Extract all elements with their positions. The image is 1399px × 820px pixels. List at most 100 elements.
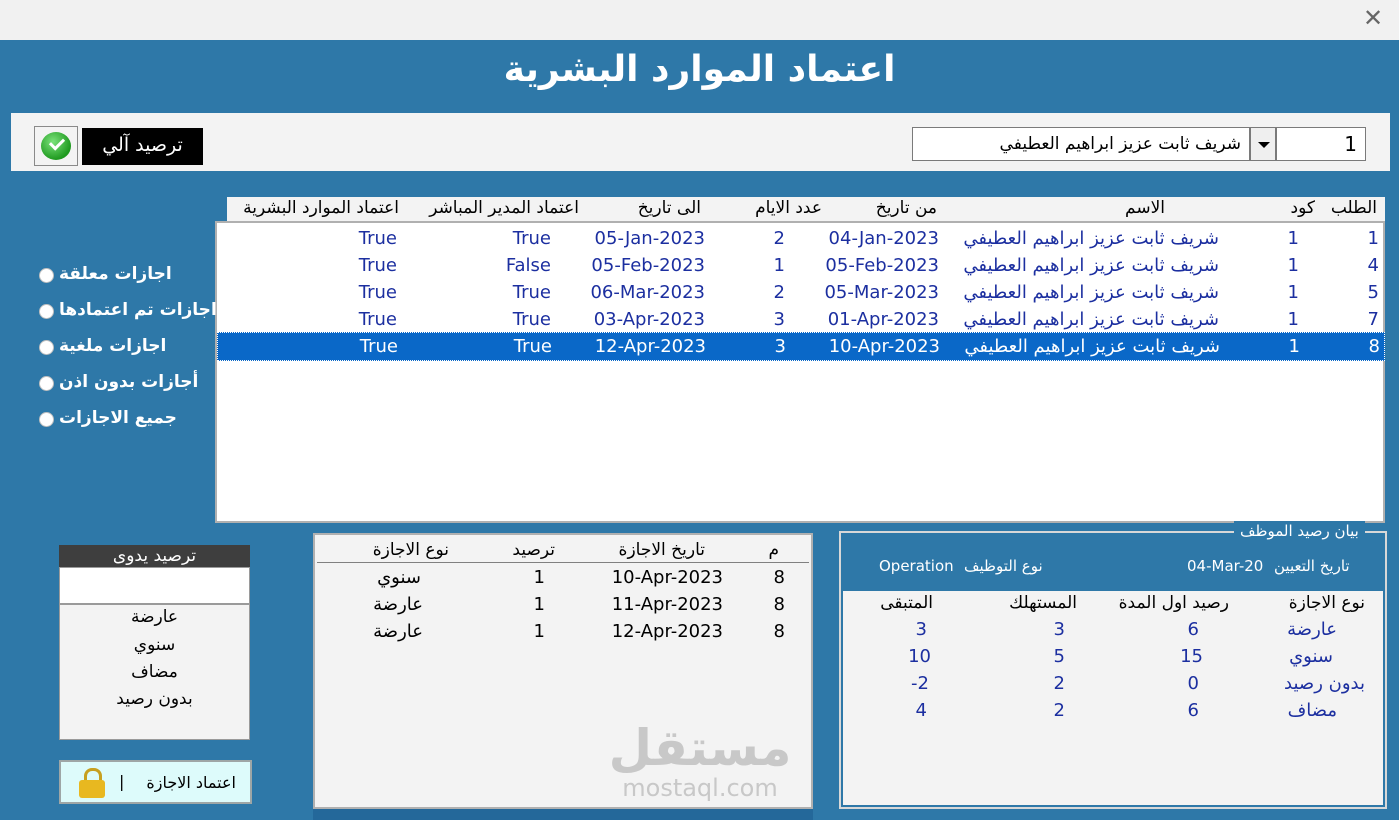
close-icon[interactable]: ✕ (1361, 4, 1385, 32)
cell-to-date: 03-Apr-2023 (593, 309, 705, 330)
page-title: اعتماد الموارد البشرية (503, 49, 896, 90)
cell-to-date: 06-Mar-2023 (590, 282, 705, 303)
confirm-button[interactable] (34, 126, 78, 166)
col-posting: ترصيد (512, 540, 555, 560)
list-item[interactable]: عارضة (60, 607, 249, 627)
cell-code: 1 (1287, 282, 1299, 303)
col-m: م (768, 540, 779, 560)
separator: | (119, 772, 125, 791)
table-row[interactable]: 8 12-Apr-2023 1 عارضة (315, 619, 811, 646)
cell-days: 3 (773, 309, 785, 330)
request-number-field[interactable]: 1 (1276, 127, 1366, 161)
filter-approved[interactable]: اجازات تم اعتمادها (36, 298, 217, 326)
col-leave-type: نوع الاجازة (372, 540, 449, 560)
panel-footer (313, 809, 813, 820)
auto-post-button[interactable]: ترصيد آلي (82, 128, 203, 165)
table-row[interactable]: 8 10-Apr-2023 1 سنوي (315, 565, 811, 592)
filter-unauthorized[interactable]: أجازات بدون اذن (36, 370, 216, 398)
cell-to-date: 05-Feb-2023 (591, 255, 705, 276)
col-days: عدد الايام (755, 198, 822, 218)
cell-code: 1 (1287, 228, 1299, 249)
cell-hr-approval: True (359, 336, 398, 357)
leave-days-header: م تاريخ الاجازة ترصيد نوع الاجازة (315, 537, 811, 561)
chevron-down-icon[interactable] (1250, 127, 1276, 161)
cell-days: 2 (773, 282, 785, 303)
col-remaining: المتبقى (880, 593, 933, 613)
table-row[interactable]: 5 1 شريف ثابت عزيز ابراهيم العطيفي 05-Ma… (217, 279, 1383, 306)
filter-cancelled[interactable]: اجازات ملغية (36, 334, 216, 362)
requests-list[interactable]: 1 1 شريف ثابت عزيز ابراهيم العطيفي 04-Ja… (215, 221, 1385, 523)
balance-table-body[interactable]: عارضة 6 3 3 سنوي 15 5 10 بدون رصيد 0 2 -… (843, 615, 1383, 805)
col-hr-approval: اعتماد الموارد البشرية (243, 198, 399, 218)
radio-icon (39, 412, 54, 427)
radio-icon (39, 340, 54, 355)
approve-leave-button[interactable]: | اعتماد الاجازة (59, 760, 252, 804)
hire-date-value: 04-Mar-20 (1187, 557, 1264, 575)
cell-code: 1 (1287, 309, 1299, 330)
table-row-selected[interactable]: 8 1 شريف ثابت عزيز ابراهيم العطيفي 10-Ap… (217, 332, 1385, 361)
cell-from-date: 01-Apr-2023 (827, 309, 939, 330)
cell-hr-approval: True (358, 228, 397, 249)
table-row[interactable]: 1 1 شريف ثابت عزيز ابراهيم العطيفي 04-Ja… (217, 225, 1383, 252)
cell-days: 1 (773, 255, 785, 276)
cell-hr-approval: True (358, 282, 397, 303)
col-name: الاسم (1125, 198, 1165, 218)
watermark: مستقل mostaql.com (600, 720, 800, 810)
cell-from-date: 10-Apr-2023 (828, 336, 940, 357)
cell-name: شريف ثابت عزيز ابراهيم العطيفي (964, 336, 1220, 357)
table-row[interactable]: عارضة 6 3 3 (843, 617, 1383, 644)
cell-from-date: 04-Jan-2023 (828, 228, 939, 249)
window-titlebar (0, 0, 1399, 40)
watermark-arabic: مستقل (608, 719, 792, 777)
table-row[interactable]: سنوي 15 5 10 (843, 644, 1383, 671)
table-row[interactable]: 7 1 شريف ثابت عزيز ابراهيم العطيفي 01-Ap… (217, 306, 1383, 333)
approve-leave-label: اعتماد الاجازة (146, 773, 236, 792)
col-code: كود (1290, 198, 1315, 218)
col-request: الطلب (1330, 198, 1377, 218)
cell-name: شريف ثابت عزيز ابراهيم العطيفي (963, 255, 1219, 276)
employee-combo[interactable]: شريف ثابت عزيز ابراهيم العطيفي (912, 127, 1250, 161)
requests-table-header: الطلب كود الاسم من تاريخ عدد الايام الى … (227, 197, 1385, 221)
watermark-latin: mostaql.com (622, 774, 778, 802)
cell-request: 8 (1368, 336, 1380, 357)
cell-days: 3 (774, 336, 786, 357)
cell-hr-approval: True (358, 309, 397, 330)
manual-post-title: ترصيد يدوى (59, 545, 250, 567)
cell-name: شريف ثابت عزيز ابراهيم العطيفي (963, 282, 1219, 303)
list-item[interactable]: سنوي (60, 635, 249, 655)
cell-request: 1 (1367, 228, 1379, 249)
col-opening-balance: رصيد اول المدة (1118, 593, 1229, 613)
radio-icon (39, 268, 54, 283)
manual-post-input[interactable] (59, 567, 250, 604)
manual-post-list[interactable]: عارضة سنوي مضاف بدون رصيد (59, 604, 250, 740)
cell-name: شريف ثابت عزيز ابراهيم العطيفي (963, 309, 1219, 330)
col-manager-approval: اعتماد المدير المباشر (429, 198, 579, 218)
employment-type-value: Operation (879, 557, 954, 575)
table-row[interactable]: مضاف 6 2 4 (843, 698, 1383, 725)
list-item[interactable]: مضاف (60, 662, 249, 682)
divider (317, 562, 809, 563)
cell-manager-approval: False (505, 255, 551, 276)
col-from-date: من تاريخ (875, 198, 937, 218)
col-to-date: الى تاريخ (637, 198, 701, 218)
cell-request: 7 (1367, 309, 1379, 330)
employee-balance-legend: بيان رصيد الموظف (1234, 521, 1365, 541)
list-item[interactable]: بدون رصيد (60, 689, 249, 709)
balance-table-header: نوع الاجازة رصيد اول المدة المستهلك المت… (843, 591, 1383, 615)
cell-manager-approval: True (512, 282, 551, 303)
table-row[interactable]: بدون رصيد 0 2 -2 (843, 671, 1383, 698)
filter-all[interactable]: جميع الاجازات (36, 406, 216, 434)
lock-icon (79, 768, 105, 798)
cell-from-date: 05-Feb-2023 (825, 255, 939, 276)
cell-manager-approval: True (512, 309, 551, 330)
table-row[interactable]: 4 1 شريف ثابت عزيز ابراهيم العطيفي 05-Fe… (217, 252, 1383, 279)
cell-code: 1 (1288, 336, 1300, 357)
cell-request: 5 (1367, 282, 1379, 303)
filter-pending[interactable]: اجازات معلقة (36, 262, 216, 290)
cell-to-date: 12-Apr-2023 (594, 336, 706, 357)
col-leave-type: نوع الاجازة (1288, 593, 1365, 613)
checkmark-icon (41, 132, 71, 160)
cell-manager-approval: True (512, 228, 551, 249)
radio-icon (39, 376, 54, 391)
table-row[interactable]: 8 11-Apr-2023 1 عارضة (315, 592, 811, 619)
